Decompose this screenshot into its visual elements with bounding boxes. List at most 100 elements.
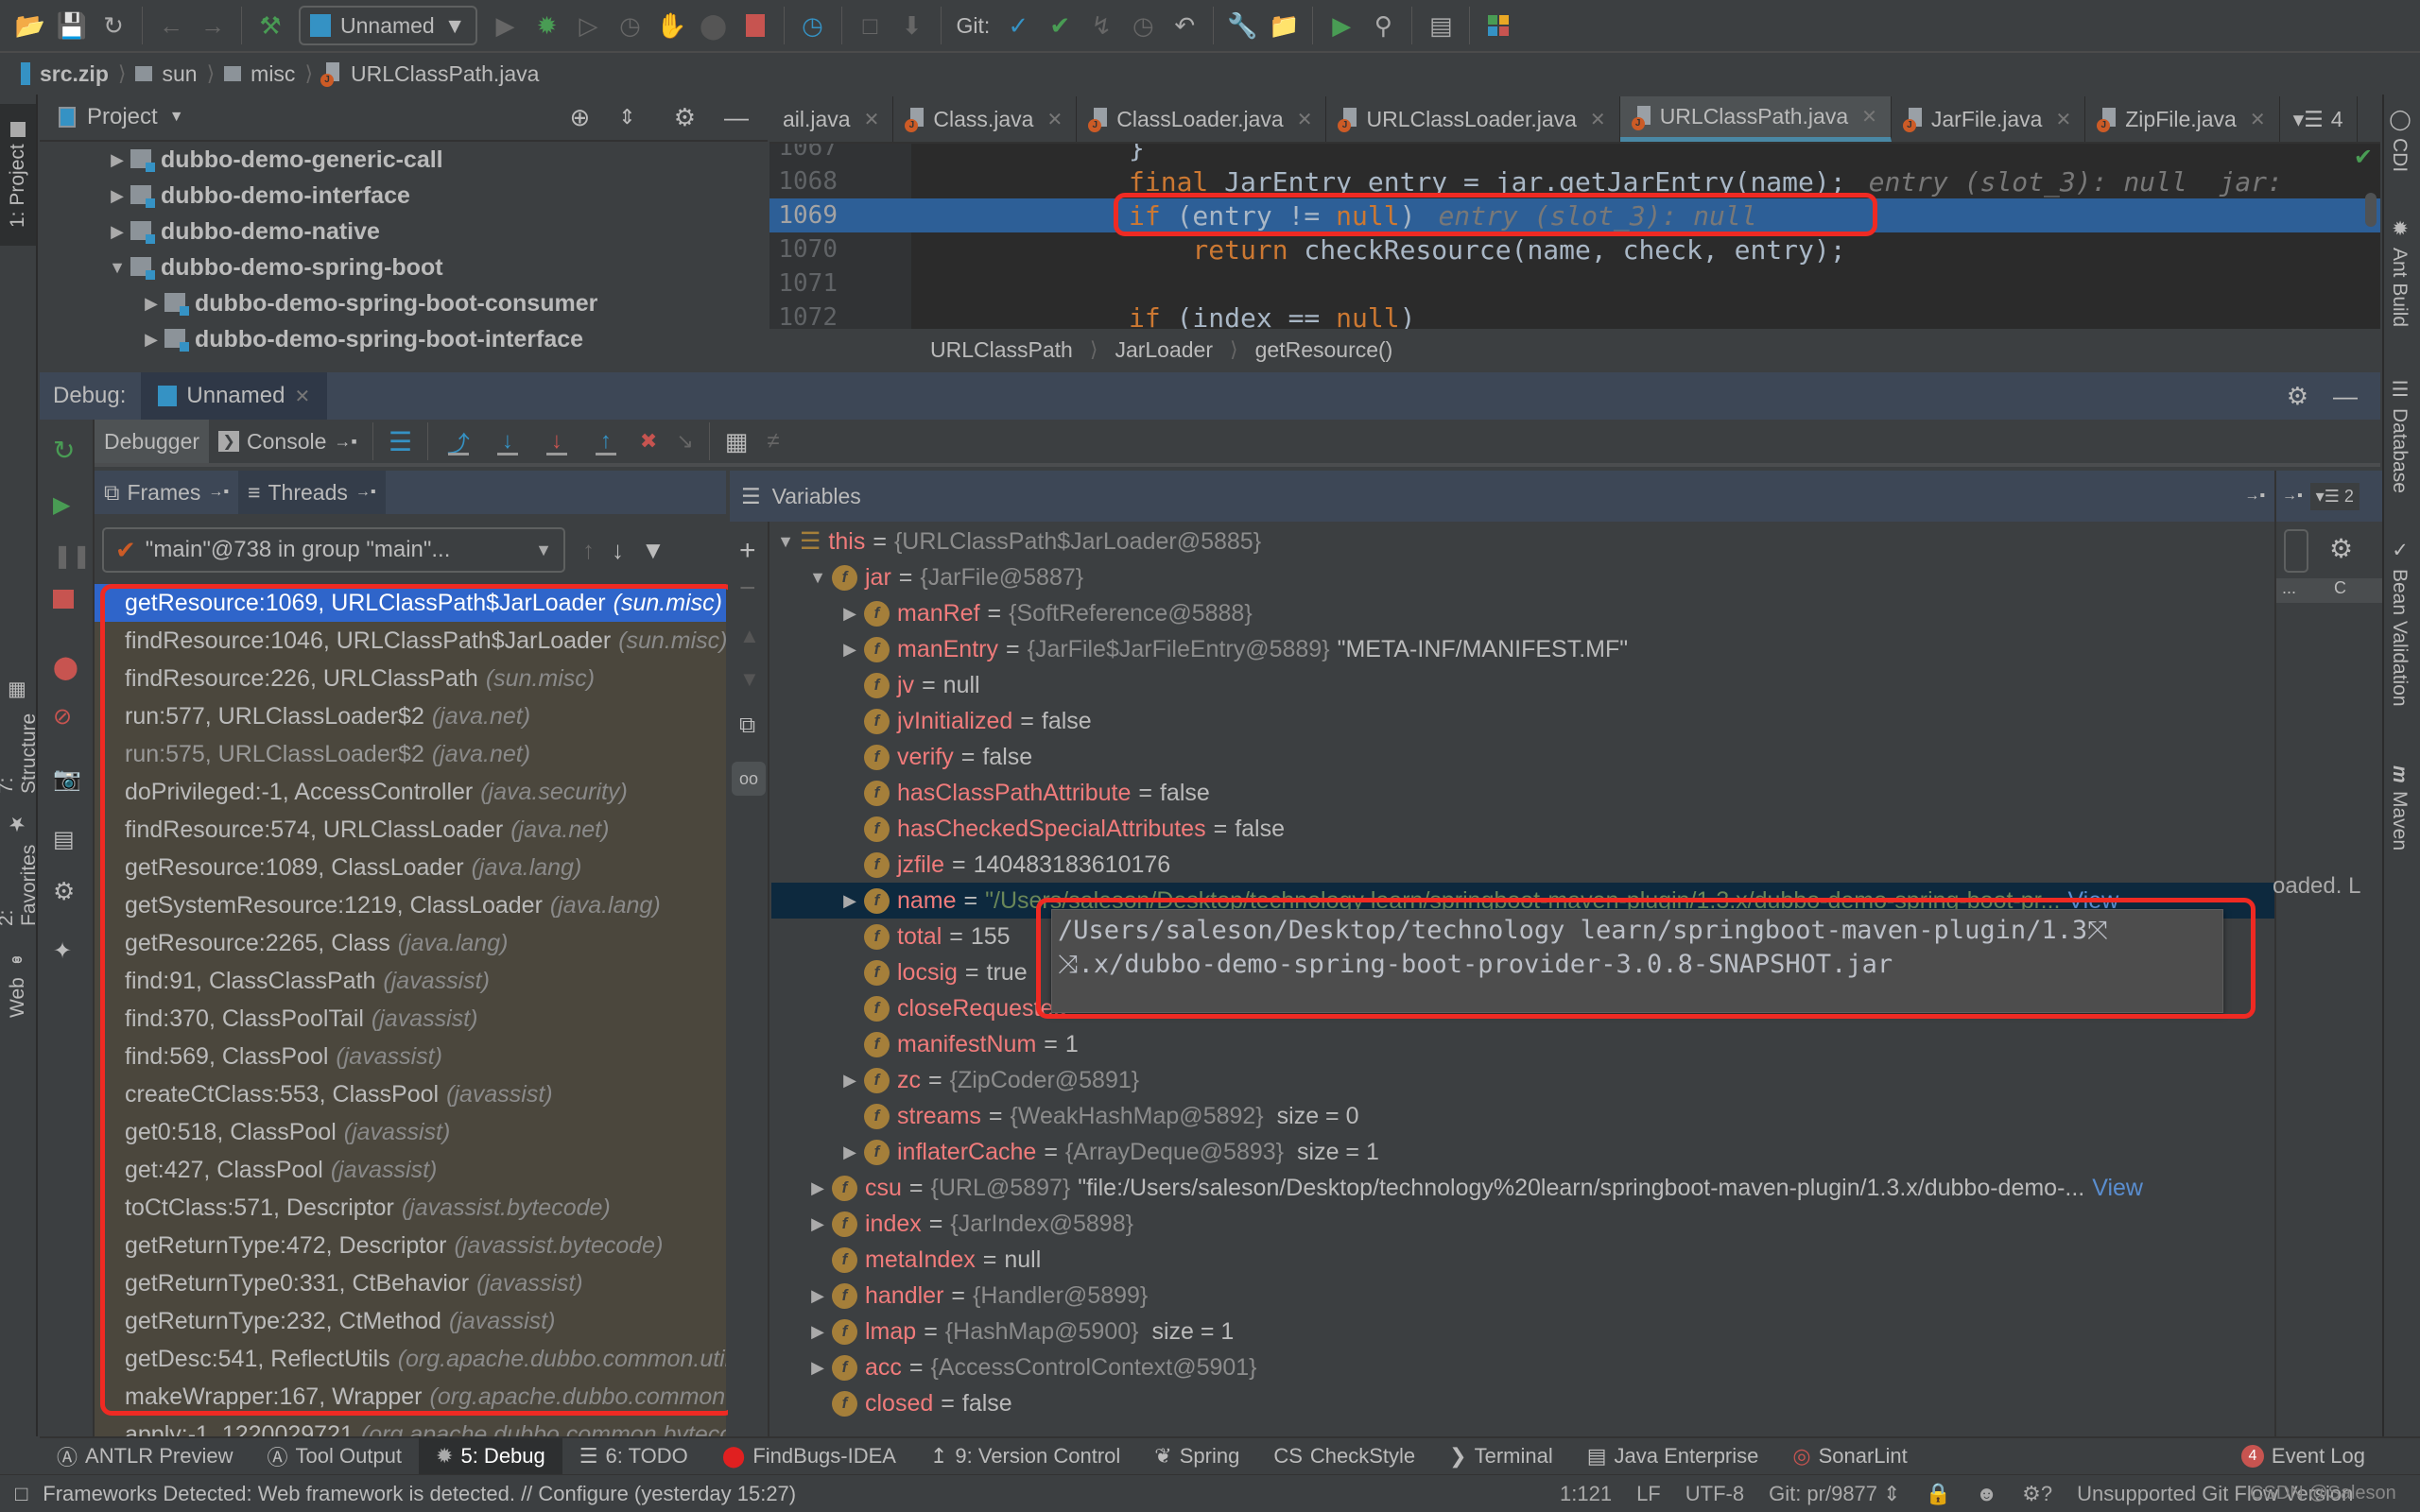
back-icon[interactable]: ←: [152, 7, 190, 44]
editor-tab[interactable]: ClassLoader.java ✕: [1077, 96, 1327, 142]
tool-window-button[interactable]: ☰ 6: TODO: [562, 1438, 705, 1474]
variable-row[interactable]: ▶ f inflaterCache = {ArrayDeque@5893} size = …: [771, 1134, 2288, 1170]
tab-debugger[interactable]: Debugger: [95, 420, 210, 463]
show-execution-point-icon[interactable]: ☰: [389, 426, 412, 457]
frame-item[interactable]: doPrivileged:-1, AccessController (java.s…: [95, 773, 726, 811]
trace-icon[interactable]: ≠: [767, 428, 779, 455]
vcs-operations-icon[interactable]: ▤: [1422, 7, 1460, 44]
tab-cdi[interactable]: ◯ CDI: [2388, 108, 2411, 172]
forward-icon[interactable]: →: [194, 7, 232, 44]
minimize-icon[interactable]: —: [2333, 382, 2358, 411]
tab-structure[interactable]: 7: Structure ▦: [0, 680, 40, 794]
run-config-select[interactable]: Unnamed ▼: [299, 6, 477, 45]
breadcrumb-item[interactable]: sun: [162, 61, 197, 87]
editor-tab[interactable]: URLClassPath.java ✕: [1619, 96, 1892, 142]
layout-icon[interactable]: ▤: [53, 826, 81, 852]
code-editor[interactable]: 1067} 1068 final JarEntry entry = jar.getJ…: [769, 144, 2380, 329]
step-into-icon[interactable]: ↓: [492, 425, 524, 457]
build-hammer-icon[interactable]: ⚒: [251, 7, 289, 44]
move-down-icon[interactable]: ▼: [739, 667, 760, 692]
frame-item[interactable]: createCtClass:553, ClassPool (javassist): [95, 1075, 726, 1113]
filter-icon[interactable]: ▼: [641, 536, 666, 565]
expanded-arrow-icon[interactable]: ▼: [771, 532, 800, 552]
frame-item[interactable]: makeWrapper:167, Wrapper (org.apache.dubb…: [95, 1378, 726, 1416]
collapsed-arrow-icon[interactable]: ▶: [804, 1286, 832, 1306]
tool-window-button[interactable]: ⬤ FindBugs-IDEA: [705, 1438, 913, 1474]
project-view-title[interactable]: Project: [87, 104, 158, 130]
camera-icon[interactable]: 📷: [53, 765, 81, 792]
add-watch-icon[interactable]: +: [739, 535, 756, 567]
variable-row[interactable]: ▶ f lmap = {HashMap@5900} size = 1: [771, 1314, 2288, 1349]
tab-project[interactable]: 1: Project: [0, 104, 36, 246]
line-number[interactable]: 1071: [769, 269, 845, 298]
frame-item[interactable]: getResource:1069, URLClassPath$JarLoader…: [95, 584, 726, 622]
frame-item[interactable]: find:91, ClassClassPath (javassist): [95, 962, 726, 1000]
variable-row[interactable]: f jv = null: [771, 667, 2288, 703]
line-number[interactable]: 1070: [769, 235, 845, 264]
git-history-icon[interactable]: ◷: [1124, 7, 1162, 44]
pin-tab-icon[interactable]: →▪: [2282, 488, 2303, 505]
view-link[interactable]: View: [2092, 1175, 2143, 1202]
android-device-icon[interactable]: □: [852, 7, 890, 44]
variable-row[interactable]: f jzfile = 140483183610176: [771, 847, 2288, 883]
file-encoding[interactable]: UTF-8: [1685, 1482, 1744, 1506]
breadcrumb-item[interactable]: URLClassPath.java: [351, 61, 539, 87]
variable-row[interactable]: ▼ f jar = {JarFile@5887}: [771, 559, 2288, 595]
tree-item[interactable]: ▶ dubbo-demo-interface: [40, 178, 768, 214]
gear-icon[interactable]: ⚙: [2329, 533, 2353, 564]
line-number[interactable]: 1068: [769, 167, 845, 196]
crumb-class[interactable]: URLClassPath: [930, 337, 1073, 363]
pin-tab-icon[interactable]: →▪: [355, 484, 376, 501]
variable-row[interactable]: ▶ f manRef = {SoftReference@5888}: [771, 595, 2288, 631]
close-icon[interactable]: ✕: [1590, 108, 1606, 131]
collapsed-arrow-icon[interactable]: ▶: [836, 640, 864, 660]
git-compare-icon[interactable]: ↯: [1082, 7, 1120, 44]
hidden-tabs-button[interactable]: ▾☰ 4: [2280, 96, 2358, 142]
frame-item[interactable]: findResource:226, URLClassPath (sun.misc): [95, 660, 726, 697]
tree-item[interactable]: ▶ dubbo-demo-spring-boot-consumer: [40, 285, 768, 321]
move-up-icon[interactable]: ▲: [739, 624, 760, 648]
pause-icon[interactable]: ❚❚: [53, 542, 91, 569]
collapse-all-icon[interactable]: ⇕: [618, 105, 635, 129]
git-flow-icon[interactable]: ⚙?: [2022, 1482, 2052, 1506]
variable-row[interactable]: ▶ f index = {JarIndex@5898}: [771, 1206, 2288, 1242]
expanded-arrow-icon[interactable]: ▼: [104, 258, 130, 278]
terminal-run-icon[interactable]: ▶: [1322, 7, 1360, 44]
close-icon[interactable]: ✕: [2055, 108, 2071, 131]
frame-item[interactable]: get:427, ClassPool (javassist): [95, 1151, 726, 1189]
frame-item[interactable]: findResource:1046, URLClassPath$JarLoade…: [95, 622, 726, 660]
settings-icon[interactable]: ⚙: [53, 877, 81, 905]
collapsed-arrow-icon[interactable]: ▶: [836, 604, 864, 624]
tab-threads[interactable]: ≡ Threads →▪: [238, 471, 386, 514]
drop-frame-icon[interactable]: ✖: [640, 429, 657, 454]
tool-window-button[interactable]: CS CheckStyle: [1256, 1438, 1432, 1474]
editor-scrollbar[interactable]: [2365, 193, 2377, 227]
tool-window-button[interactable]: ❯ Terminal: [1432, 1438, 1570, 1474]
status-message[interactable]: Frameworks Detected: Web framework is de…: [43, 1482, 796, 1506]
collapsed-arrow-icon[interactable]: ▶: [138, 330, 164, 350]
frame-item[interactable]: getDesc:541, ReflectUtils (org.apache.dub…: [95, 1340, 726, 1378]
remove-watch-icon[interactable]: −: [739, 573, 756, 605]
gauge-icon[interactable]: ◷: [794, 7, 832, 44]
line-number[interactable]: 1069: [769, 201, 845, 230]
record-icon[interactable]: ⬤: [695, 7, 733, 44]
collapsed-arrow-icon[interactable]: ▶: [804, 1322, 832, 1342]
line-number[interactable]: 1067: [769, 144, 845, 162]
tab-maven[interactable]: m Maven: [2388, 765, 2411, 850]
variable-row[interactable]: f hasClassPathAttribute = false: [771, 775, 2288, 811]
tool-window-button[interactable]: ↥ 9: Version Control: [913, 1438, 1137, 1474]
plugin-palette-icon[interactable]: [1479, 7, 1517, 44]
variable-row[interactable]: ▶ f acc = {AccessControlContext@5901}: [771, 1349, 2288, 1385]
collapsed-arrow-icon[interactable]: ▶: [836, 1071, 864, 1091]
frame-item[interactable]: getResource:1089, ClassLoader (java.lang): [95, 849, 726, 886]
tab-web[interactable]: Web ⚭: [0, 945, 36, 1021]
tool-window-button[interactable]: ✹ 5: Debug: [419, 1438, 562, 1474]
git-revert-icon[interactable]: ↶: [1166, 7, 1203, 44]
tool-window-button[interactable]: Ⓐ Tool Output: [251, 1438, 420, 1474]
run-to-cursor-icon[interactable]: ↘: [676, 429, 693, 454]
step-out-icon[interactable]: ↑: [590, 425, 622, 457]
close-icon[interactable]: ✕: [864, 108, 880, 131]
tree-item[interactable]: ▼ dubbo-demo-spring-boot: [40, 249, 768, 285]
tree-item[interactable]: ▶ dubbo-demo-generic-call: [40, 142, 768, 178]
git-branch[interactable]: Git: pr/9877 ⇕: [1769, 1482, 1901, 1506]
